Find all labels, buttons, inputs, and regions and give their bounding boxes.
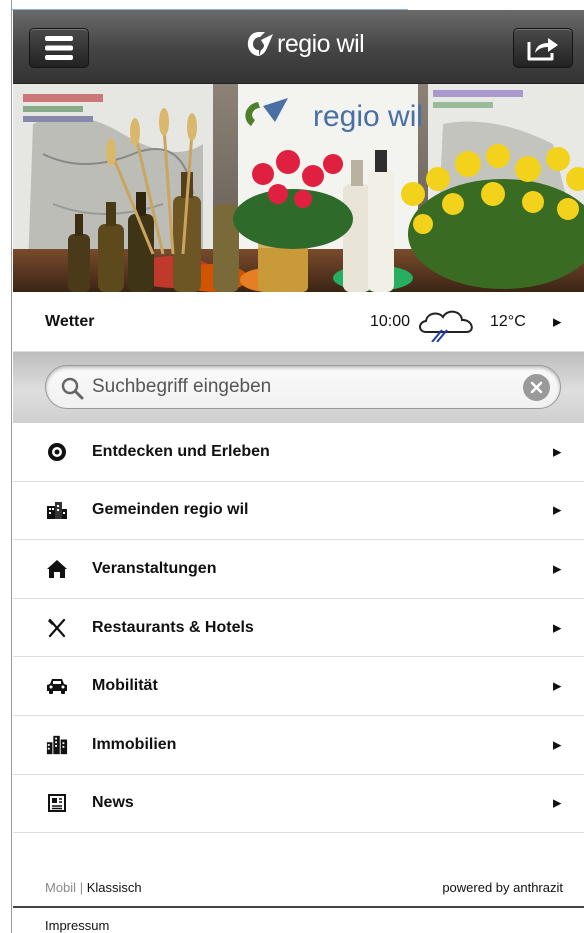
weather-temperature: 12°C — [490, 313, 526, 330]
menu-item-news[interactable]: News ▶ — [13, 774, 584, 834]
menu-item-label: Mobilität — [92, 677, 158, 695]
menu-button[interactable] — [29, 28, 89, 68]
main-menu-list: Entdecken und Erleben ▶ Gemeinden regio … — [13, 423, 584, 834]
chevron-right-icon: ▶ — [553, 446, 562, 459]
chevron-right-icon: ▶ — [553, 504, 562, 517]
menu-item-restaurants[interactable]: Restaurants & Hotels ▶ — [13, 598, 584, 658]
hero-photo: regio wil — [13, 84, 584, 292]
search-field[interactable] — [45, 365, 561, 409]
chevron-right-icon: ▶ — [553, 622, 562, 635]
logo-text: regio wil — [277, 29, 365, 58]
logo-mark-icon — [247, 32, 273, 56]
clear-search-icon[interactable] — [523, 374, 550, 401]
menu-item-label: Immobilien — [92, 735, 177, 753]
tent-icon — [46, 558, 68, 580]
menu-item-veranstaltungen[interactable]: Veranstaltungen ▶ — [13, 540, 584, 599]
powered-by-link[interactable]: powered by anthrazit — [442, 880, 563, 895]
newspaper-icon — [46, 792, 68, 814]
window-frame-left — [0, 0, 12, 933]
chevron-right-icon: ▶ — [553, 739, 562, 752]
menu-item-entdecken[interactable]: Entdecken und Erleben ▶ — [13, 423, 584, 482]
search-icon — [61, 377, 84, 400]
hamburger-menu-icon — [45, 36, 73, 60]
buildings-icon — [46, 499, 68, 521]
chevron-right-icon: ▶ — [553, 563, 562, 576]
menu-item-mobilitaet[interactable]: Mobilität ▶ — [13, 657, 584, 716]
share-icon — [527, 38, 558, 61]
chevron-right-icon: ▶ — [553, 680, 562, 693]
search-bar — [13, 352, 584, 423]
hero-image: regio wil — [13, 84, 584, 292]
weather-row[interactable]: Wetter 10:00 12°C ▶ — [13, 292, 584, 352]
weather-label: Wetter — [45, 313, 95, 330]
menu-item-label: News — [92, 794, 134, 812]
menu-item-label: Entdecken und Erleben — [92, 442, 270, 460]
city-icon — [46, 734, 68, 756]
impressum-link[interactable]: Impressum — [45, 918, 109, 933]
view-mode-switch: Mobil | Klassisch — [45, 880, 142, 895]
banner-logo-text: regio wil — [313, 100, 423, 133]
regio-wil-logo[interactable]: regio wil — [243, 24, 365, 64]
chevron-right-icon: ▶ — [553, 797, 562, 810]
share-button[interactable] — [513, 28, 573, 68]
menu-item-gemeinden[interactable]: Gemeinden regio wil ▶ — [13, 481, 584, 541]
footer-divider — [13, 906, 584, 908]
footer-separator: | — [79, 880, 84, 895]
search-input[interactable] — [92, 372, 512, 402]
weather-time: 10:00 — [370, 313, 411, 330]
menu-item-label: Gemeinden regio wil — [92, 501, 249, 519]
menu-item-immobilien[interactable]: Immobilien ▶ — [13, 715, 584, 775]
window-frame-top — [12, 0, 408, 10]
menu-item-label: Veranstaltungen — [92, 559, 217, 577]
klassisch-link[interactable]: Klassisch — [87, 880, 142, 895]
cloud-rain-icon — [419, 310, 473, 342]
app-header: regio wil — [13, 10, 584, 84]
mobile-app: regio wil regio wil Wetter 10:00 12°C ▶ … — [13, 10, 584, 933]
close-icon — [530, 381, 543, 394]
footer: Mobil | Klassisch powered by anthrazit — [13, 872, 584, 906]
target-icon — [46, 441, 68, 463]
car-icon — [46, 675, 68, 697]
chevron-right-icon: ▶ — [553, 316, 562, 329]
mobil-link[interactable]: Mobil — [45, 880, 76, 895]
cutlery-icon — [46, 617, 68, 639]
menu-item-label: Restaurants & Hotels — [92, 618, 254, 636]
